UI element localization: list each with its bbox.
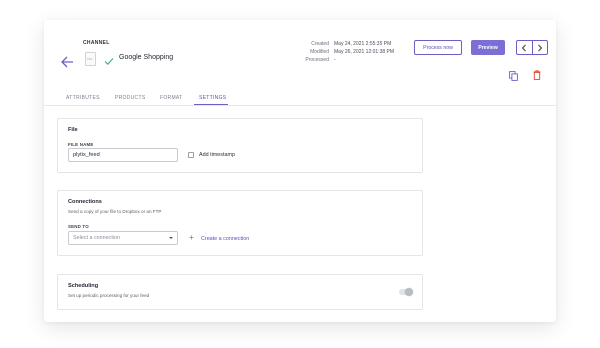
check-icon (104, 53, 114, 66)
scheduling-section: Scheduling Set up periodic processing fo… (57, 274, 423, 310)
channel-name: Google Shopping (119, 54, 174, 61)
copy-icon[interactable] (509, 68, 518, 81)
channel-header: CHANNEL CSV Google Shopping Created May 2… (44, 20, 556, 110)
file-name-input[interactable]: plytix_feed (68, 148, 178, 162)
toggle-knob (405, 288, 413, 296)
connections-section: Connections Send a copy of your file to … (57, 190, 423, 256)
caret-down-icon (169, 237, 173, 239)
back-arrow-icon[interactable] (60, 55, 74, 68)
connection-select-placeholder: Select a connection (73, 235, 121, 241)
scheduling-toggle[interactable] (399, 288, 413, 296)
meta-processed: Processed - (305, 57, 336, 63)
trash-icon[interactable] (533, 67, 541, 80)
chevron-right-icon[interactable] (533, 41, 548, 54)
connection-select[interactable]: Select a connection (68, 231, 178, 245)
plus-icon[interactable]: + (189, 234, 194, 242)
file-section-title: File (68, 127, 78, 133)
file-icon: CSV (85, 52, 96, 66)
preview-button[interactable]: Preview (471, 40, 505, 55)
file-name-label: FILE NAME (68, 142, 94, 147)
chevron-left-icon[interactable] (517, 41, 533, 54)
pager (516, 40, 548, 55)
channel-meta: Created May 24, 2021 2:55:35 PM Modified M… (294, 40, 394, 64)
tab-format[interactable]: FORMAT (160, 95, 183, 101)
process-now-button[interactable]: Process now (414, 40, 462, 55)
connections-title: Connections (68, 199, 102, 205)
connections-subtitle: Send a copy of your file to Dropbox or a… (68, 209, 162, 214)
scheduling-subtitle: Set up periodic processing for your feed (68, 293, 150, 298)
channel-label: CHANNEL (83, 40, 110, 46)
active-tab-indicator (194, 104, 228, 106)
tab-bar: ATTRIBUTES PRODUCTS FORMAT SETTINGS (44, 92, 556, 106)
send-to-label: SEND TO (68, 224, 89, 229)
meta-modified: Modified May 26, 2021 12:01:38 PM (310, 49, 395, 55)
tab-products[interactable]: PRODUCTS (115, 95, 145, 101)
file-icon-text: CSV (87, 58, 93, 61)
file-section: File FILE NAME plytix_feed Add timestamp (57, 118, 423, 173)
add-timestamp-checkbox[interactable] (188, 152, 194, 158)
create-connection-link[interactable]: Create a connection (201, 236, 249, 242)
meta-created: Created May 24, 2021 2:55:35 PM (311, 41, 392, 47)
add-timestamp-label: Add timestamp (199, 152, 235, 158)
channel-card: CHANNEL CSV Google Shopping Created May 2… (44, 20, 556, 322)
scheduling-title: Scheduling (68, 283, 99, 289)
tab-attributes[interactable]: ATTRIBUTES (66, 95, 100, 101)
tab-settings[interactable]: SETTINGS (199, 95, 226, 101)
